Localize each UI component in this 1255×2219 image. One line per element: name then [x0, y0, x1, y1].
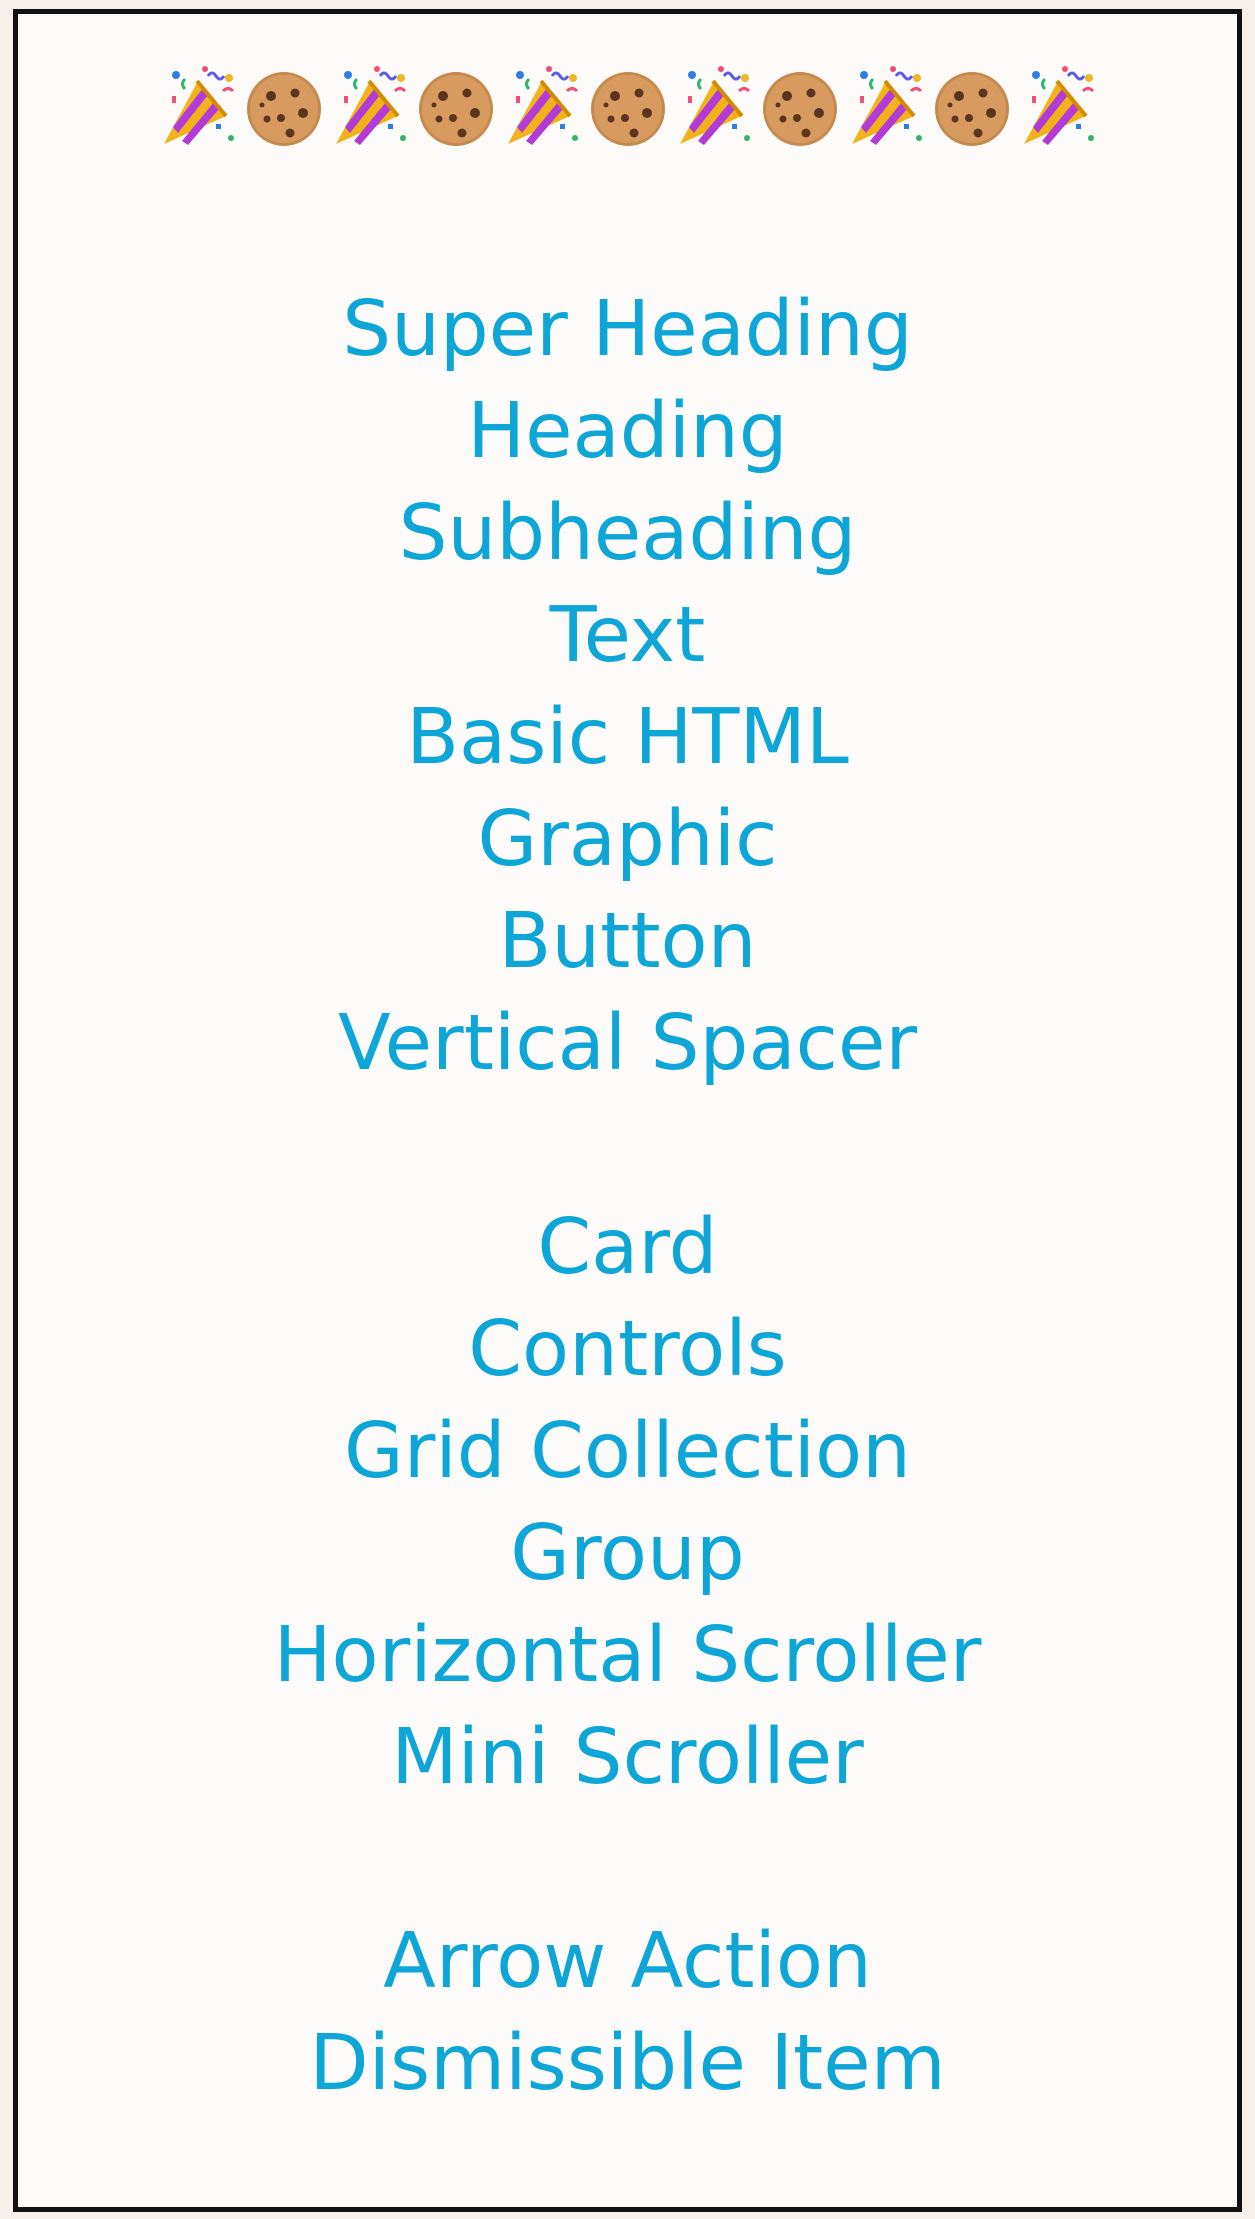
cookie-icon [930, 61, 1014, 157]
menu-item-arrow-action[interactable]: Arrow Action [18, 1911, 1237, 2013]
component-menu: Super Heading Heading Subheading Text Ba… [18, 279, 1237, 2115]
menu-item-button[interactable]: Button [18, 891, 1237, 993]
menu-item-heading[interactable]: Heading [18, 381, 1237, 483]
menu-item-grid-collection[interactable]: Grid Collection [18, 1401, 1237, 1503]
cookie-icon [242, 61, 326, 157]
emoji-header [18, 59, 1237, 159]
menu-item-subheading[interactable]: Subheading [18, 483, 1237, 585]
party-popper-icon [1016, 61, 1100, 157]
menu-item-group[interactable]: Group [18, 1503, 1237, 1605]
party-popper-icon [500, 61, 584, 157]
menu-item-mini-scroller[interactable]: Mini Scroller [18, 1707, 1237, 1809]
cookie-icon [758, 61, 842, 157]
menu-item-graphic[interactable]: Graphic [18, 789, 1237, 891]
menu-item-card[interactable]: Card [18, 1197, 1237, 1299]
menu-item-basic-html[interactable]: Basic HTML [18, 687, 1237, 789]
party-popper-icon [672, 61, 756, 157]
menu-group-gap [18, 1809, 1237, 1911]
menu-item-horizontal-scroller[interactable]: Horizontal Scroller [18, 1605, 1237, 1707]
content-frame: Super Heading Heading Subheading Text Ba… [13, 9, 1242, 2212]
menu-item-text[interactable]: Text [18, 585, 1237, 687]
menu-item-dismissible-item[interactable]: Dismissible Item [18, 2013, 1237, 2115]
cookie-icon [414, 61, 498, 157]
menu-group-gap [18, 1095, 1237, 1197]
cookie-icon [586, 61, 670, 157]
party-popper-icon [844, 61, 928, 157]
menu-item-controls[interactable]: Controls [18, 1299, 1237, 1401]
menu-item-super-heading[interactable]: Super Heading [18, 279, 1237, 381]
party-popper-icon [328, 61, 412, 157]
party-popper-icon [156, 61, 240, 157]
menu-item-vertical-spacer[interactable]: Vertical Spacer [18, 993, 1237, 1095]
